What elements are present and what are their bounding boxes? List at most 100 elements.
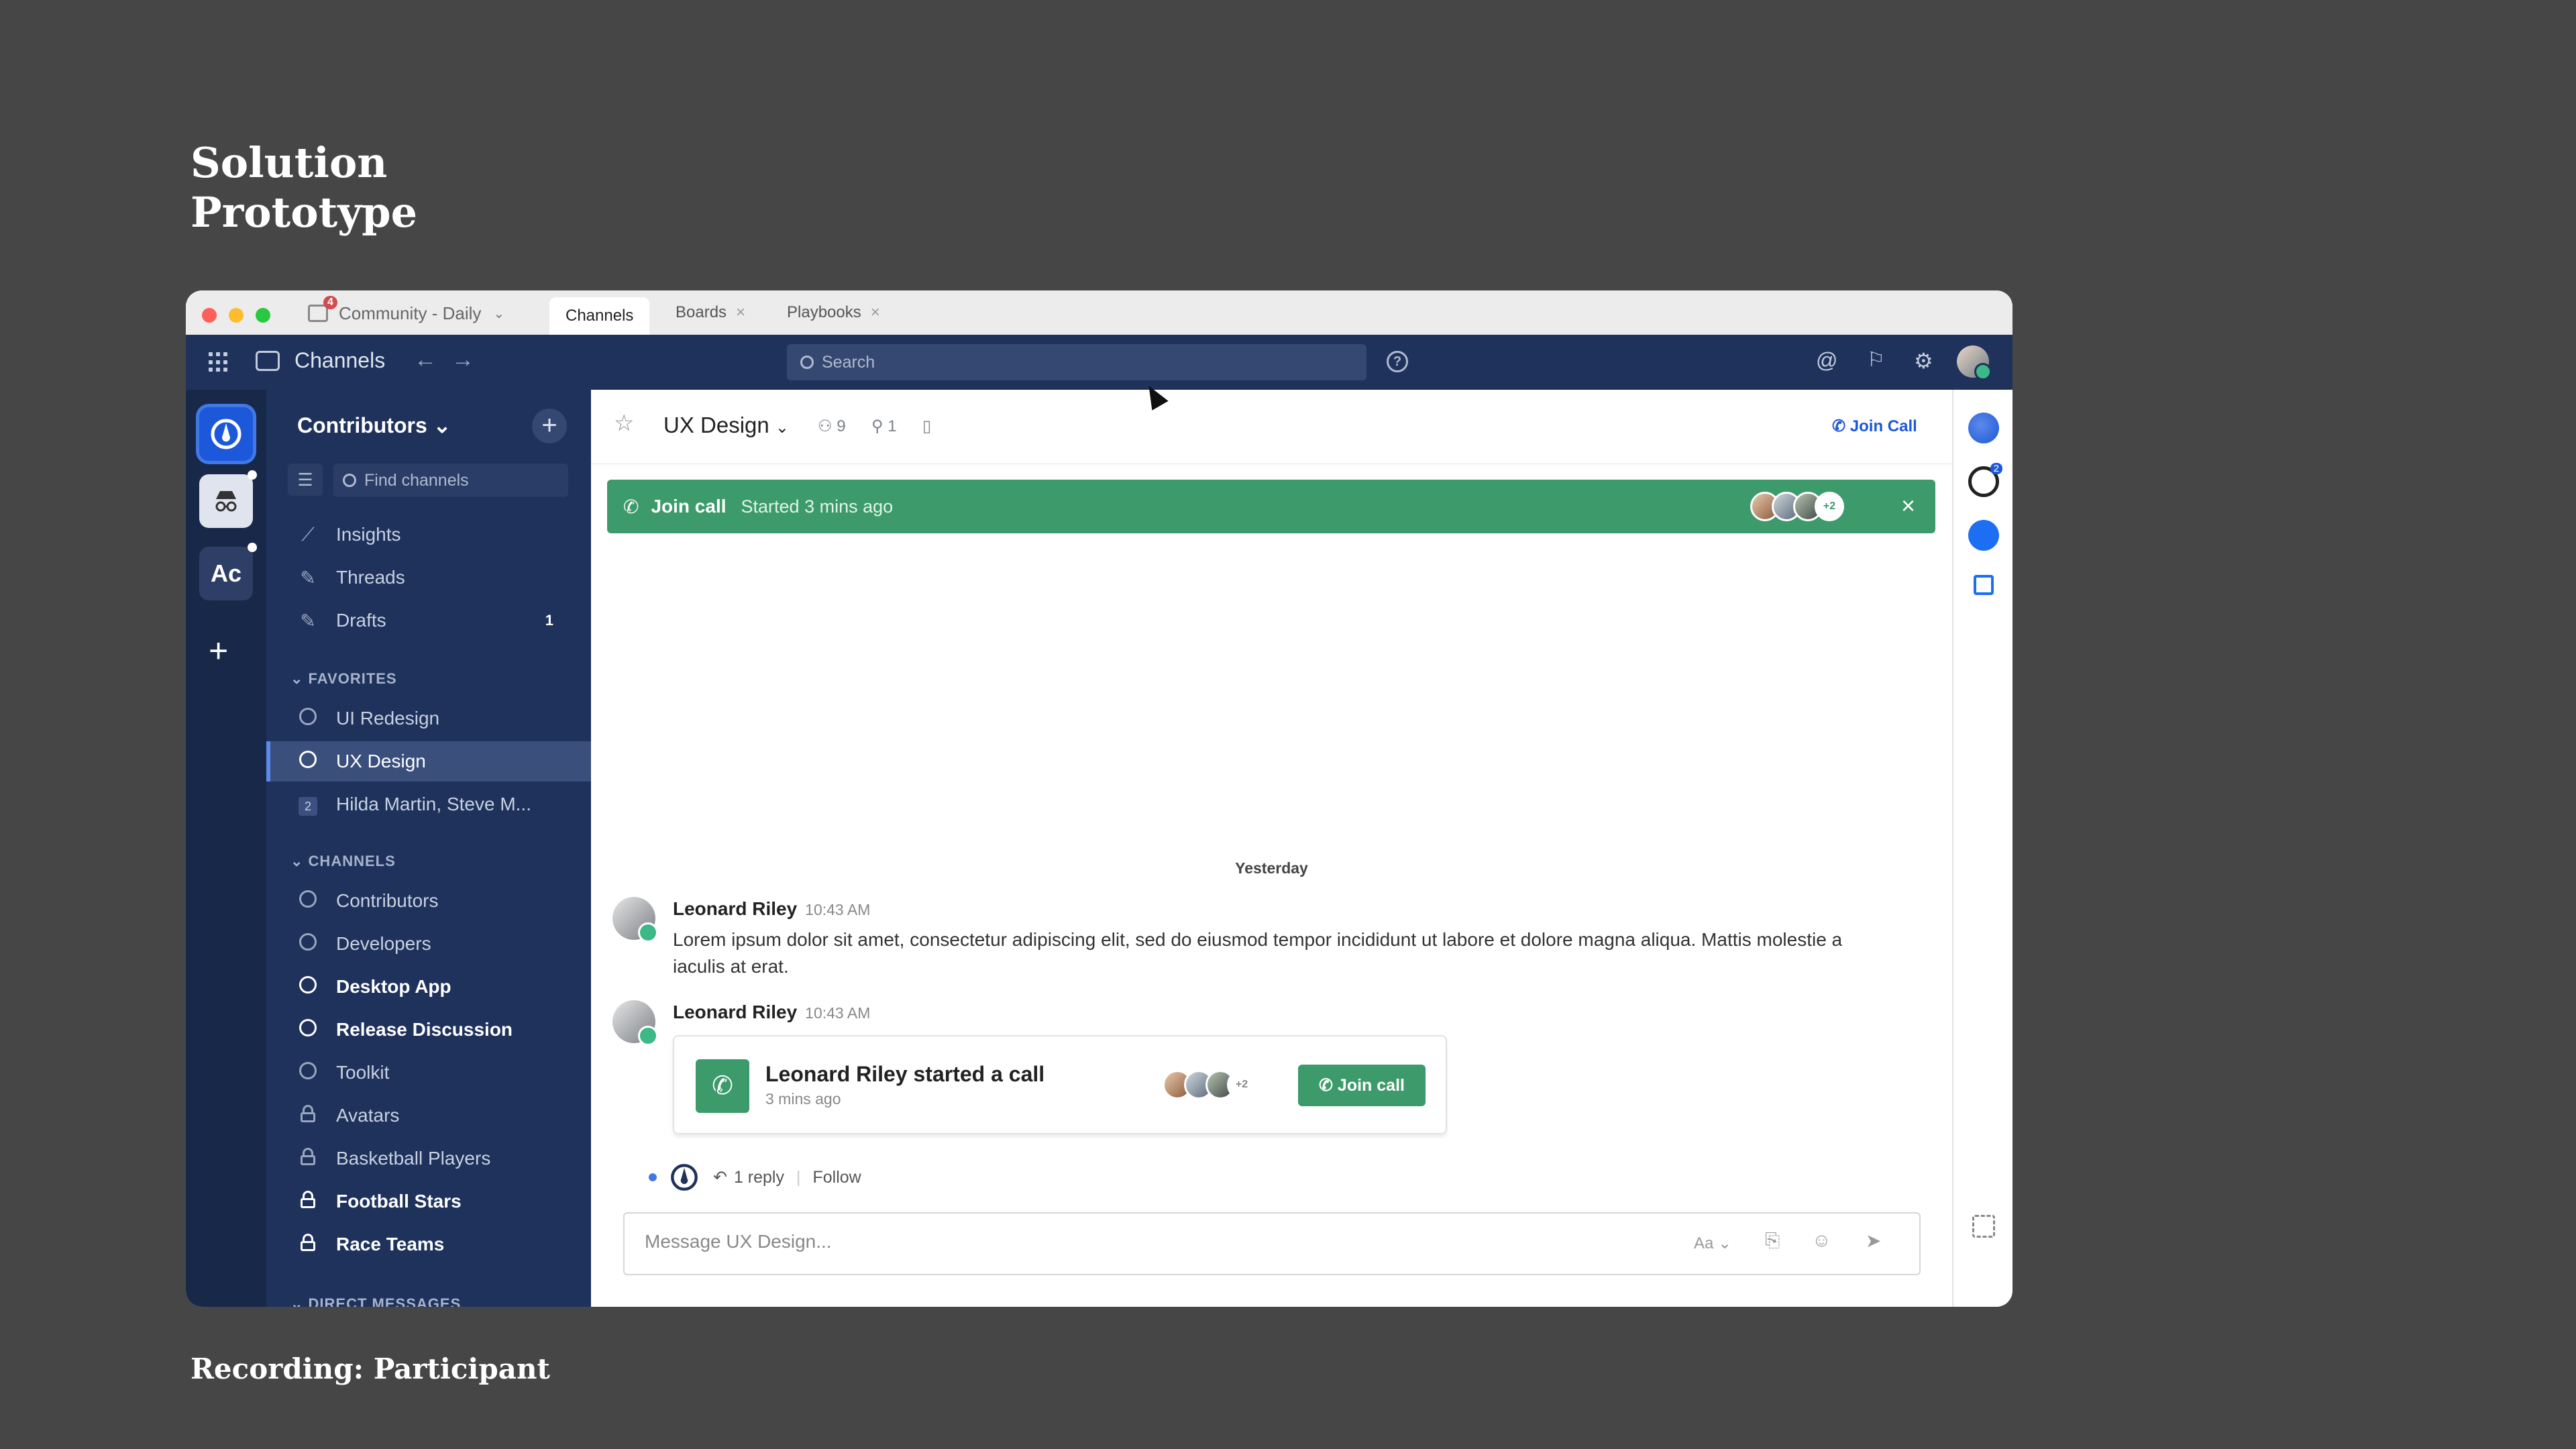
sidebar-item-desktop-app[interactable]: Desktop App: [266, 967, 591, 1007]
tab-label: Channels: [566, 307, 634, 325]
server-name: Community - Daily: [339, 303, 482, 323]
lock-icon: [297, 1233, 319, 1256]
sidebar-item-release-discussion[interactable]: Release Discussion: [266, 1010, 591, 1050]
github-badge: 2: [1990, 463, 2002, 474]
zoom-app-icon[interactable]: [1968, 520, 1999, 551]
team-button-ac[interactable]: Ac: [199, 543, 257, 600]
join-call-button[interactable]: ✆ Join call: [1298, 1065, 1426, 1106]
direct-messages-header[interactable]: ⌄ DIRECT MESSAGES: [290, 1295, 461, 1307]
sidebar-item-ux-design[interactable]: UX Design: [266, 741, 591, 782]
join-call-label: Join Call: [1849, 417, 1917, 435]
follow-button[interactable]: Follow: [813, 1168, 861, 1187]
search-input[interactable]: Search: [787, 344, 1366, 380]
sidebar-item-label: Avatars: [336, 1105, 400, 1126]
github-app-icon[interactable]: 2: [1968, 463, 2002, 497]
channel-sidebar: Contributors ⌄ + ☰ Find channels ⟋ Insigh…: [266, 390, 591, 1307]
sidebar-item-label: UX Design: [336, 751, 426, 771]
send-icon[interactable]: ➤: [1866, 1230, 1881, 1252]
participant-avatars: +2: [1750, 492, 1844, 521]
sidebar-item-drafts[interactable]: ✎ Drafts 1: [266, 600, 591, 641]
sidebar-item-football-stars[interactable]: Football Stars: [266, 1181, 591, 1222]
message-input[interactable]: Message UX Design... Aa ⌄ ⎘ ☺ ➤: [623, 1212, 1921, 1275]
threads-icon: ✎: [300, 567, 316, 588]
sidebar-item-group-message[interactable]: 2 Hilda Martin, Steve M...: [266, 784, 591, 824]
section-label: CHANNELS: [308, 853, 396, 869]
replies-link[interactable]: 1 reply: [734, 1168, 784, 1187]
user-avatar[interactable]: [1957, 345, 1992, 380]
saved-bookmark-icon[interactable]: ⚐: [1867, 348, 1885, 372]
team-button-mattermost[interactable]: [199, 407, 253, 461]
add-channel-button[interactable]: +: [532, 409, 567, 443]
banner-join-call[interactable]: Join call: [651, 496, 726, 517]
unread-dot-icon: [248, 470, 257, 480]
sidebar-item-developers[interactable]: Developers: [266, 924, 591, 964]
favorite-star-icon[interactable]: ☆: [614, 410, 634, 437]
tab-channels[interactable]: Channels: [549, 297, 650, 335]
sidebar-item-contributors[interactable]: Contributors: [266, 881, 591, 921]
app-bar: 2: [1952, 390, 2012, 1307]
sidebar-item-avatars[interactable]: Avatars: [266, 1095, 591, 1136]
find-channels-input[interactable]: Find channels: [333, 464, 568, 497]
channel-name-menu[interactable]: UX Design ⌄: [663, 413, 789, 438]
close-icon[interactable]: ×: [736, 303, 745, 322]
favorites-header[interactable]: ⌄ FAVORITES: [290, 670, 397, 688]
post-author[interactable]: Leonard Riley 10:43 AM: [673, 898, 870, 920]
sidebar-item-label: Insights: [336, 524, 401, 545]
product-menu-icon[interactable]: [209, 352, 229, 372]
drafts-icon: ✎: [300, 610, 316, 631]
settings-gear-icon[interactable]: ⚙: [1914, 348, 1933, 374]
globe-icon: [297, 1061, 319, 1084]
slide-caption: Recording: Participant: [191, 1352, 550, 1385]
chevron-down-icon: ⌄: [433, 413, 451, 437]
members-button[interactable]: ⚇ 9: [818, 417, 846, 436]
join-call-header-button[interactable]: ✆ Join Call: [1832, 417, 1917, 436]
post-author[interactable]: Leonard Riley 10:43 AM: [673, 1002, 870, 1023]
close-window-button[interactable]: [202, 308, 217, 323]
forward-arrow-icon[interactable]: →: [451, 347, 474, 373]
minimize-window-button[interactable]: [229, 308, 244, 323]
sidebar-item-race-teams[interactable]: Race Teams: [266, 1224, 591, 1265]
team-menu[interactable]: Contributors ⌄: [297, 413, 451, 438]
files-icon[interactable]: ▯: [922, 417, 931, 436]
filter-icon[interactable]: ☰: [288, 464, 323, 496]
server-dropdown[interactable]: 4 Community - Daily ⌄: [308, 296, 504, 327]
attach-icon[interactable]: ⎘: [1765, 1230, 1780, 1252]
mentions-icon[interactable]: @: [1816, 348, 1837, 373]
lock-icon: [297, 1190, 319, 1213]
channels-header[interactable]: ⌄ CHANNELS: [290, 853, 396, 870]
back-arrow-icon[interactable]: ←: [414, 347, 437, 373]
add-team-icon[interactable]: +: [209, 631, 228, 670]
maximize-window-button[interactable]: [256, 308, 270, 323]
sidebar-item-insights[interactable]: ⟋ Insights: [266, 515, 591, 555]
post-time: 10:43 AM: [805, 1004, 871, 1022]
marketplace-apps-icon[interactable]: [1972, 1215, 1995, 1238]
reply-icon: ↶: [713, 1168, 727, 1187]
online-status-icon: [638, 1026, 658, 1046]
pinned-button[interactable]: ⚲ 1: [871, 417, 897, 436]
globe-icon: [297, 707, 319, 730]
tab-boards[interactable]: Boards ×: [659, 297, 761, 328]
sidebar-item-label: Basketball Players: [336, 1148, 491, 1169]
sidebar-item-toolkit[interactable]: Toolkit: [266, 1053, 591, 1093]
globe-icon: [297, 1018, 319, 1041]
calendar-app-icon[interactable]: [1974, 575, 1994, 595]
message-placeholder: Message UX Design...: [645, 1231, 832, 1252]
sidebar-item-threads[interactable]: ✎ Threads: [266, 557, 591, 598]
call-card: ✆ Leonard Riley started a call 3 mins ag…: [673, 1035, 1447, 1134]
help-icon[interactable]: ?: [1387, 351, 1408, 372]
close-icon[interactable]: ×: [1901, 492, 1915, 520]
tab-playbooks[interactable]: Playbooks ×: [771, 297, 896, 328]
formatting-toggle[interactable]: Aa ⌄: [1694, 1234, 1731, 1253]
avatar[interactable]: [612, 897, 658, 943]
date-separator: Yesterday: [1235, 859, 1308, 877]
emoji-icon[interactable]: ☺: [1812, 1230, 1831, 1251]
close-icon[interactable]: ×: [871, 303, 880, 322]
playbooks-app-icon[interactable]: [1968, 413, 1999, 443]
slide-title: Solution Prototype: [191, 138, 418, 237]
sidebar-item-ui-redesign[interactable]: UI Redesign: [266, 698, 591, 739]
avatar[interactable]: [612, 1000, 658, 1046]
team-button-incognito[interactable]: [199, 470, 257, 528]
sidebar-item-basketball-players[interactable]: Basketball Players: [266, 1138, 591, 1179]
unread-dot-icon: [248, 543, 257, 552]
sidebar-item-label: Hilda Martin, Steve M...: [336, 794, 531, 814]
